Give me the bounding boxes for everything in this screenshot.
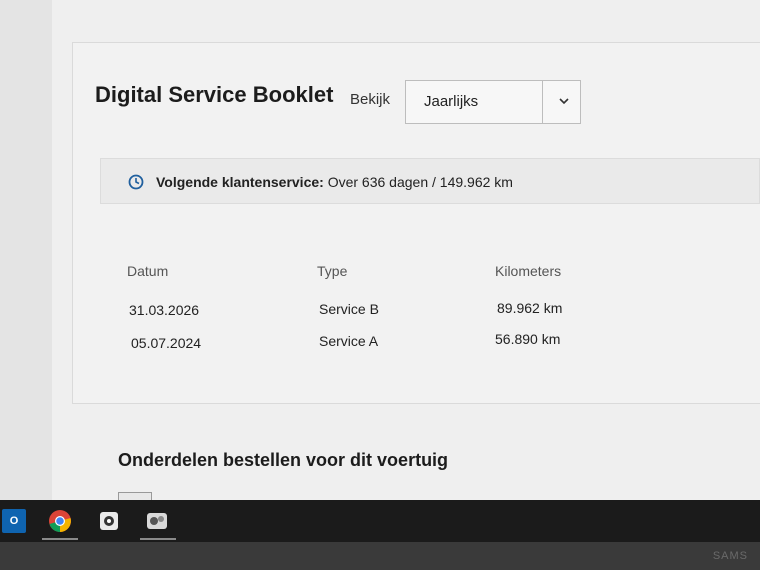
next-service-value: Over 636 dagen / 149.962 km bbox=[327, 174, 513, 190]
view-label: Bekijk bbox=[350, 91, 391, 108]
open-app-indicator bbox=[140, 538, 176, 540]
select-divider bbox=[542, 81, 543, 123]
table-row-type: Service A bbox=[319, 333, 379, 349]
active-app-indicator bbox=[42, 538, 78, 540]
view-select-value: Jaarlijks bbox=[424, 93, 479, 110]
column-header-datum: Datum bbox=[127, 263, 169, 279]
table-row-type: Service B bbox=[319, 301, 379, 317]
monitor-bezel: SAMS bbox=[0, 542, 760, 570]
table-row-km: 56.890 km bbox=[495, 331, 561, 347]
parts-section-title: Onderdelen bestellen voor dit voertuig bbox=[118, 450, 449, 470]
outlook-icon[interactable]: O bbox=[2, 509, 26, 533]
screen: Digital Service Booklet Bekijk Jaarlijks… bbox=[0, 0, 760, 500]
chrome-icon[interactable] bbox=[48, 509, 72, 533]
table-row-km: 89.962 km bbox=[497, 300, 563, 316]
next-service-notice: Volgende klantenservice: Over 636 dagen … bbox=[100, 158, 760, 204]
parts-button[interactable] bbox=[118, 492, 152, 500]
monitor-brand: SAMS bbox=[712, 550, 748, 562]
page-title: Digital Service Booklet bbox=[95, 82, 334, 107]
app-icon[interactable] bbox=[97, 509, 121, 533]
clock-icon bbox=[128, 174, 144, 190]
column-header-kilometers: Kilometers bbox=[495, 263, 562, 279]
chevron-down-icon[interactable] bbox=[556, 93, 572, 109]
taskbar: O bbox=[0, 500, 760, 542]
column-header-type: Type bbox=[317, 263, 348, 279]
table-row-date: 31.03.2026 bbox=[129, 302, 200, 318]
next-service-label: Volgende klantenservice: bbox=[156, 174, 324, 190]
next-service-text: Volgende klantenservice: Over 636 dagen … bbox=[156, 174, 513, 190]
app2-icon[interactable] bbox=[145, 509, 169, 533]
view-select[interactable]: Jaarlijks bbox=[405, 80, 581, 124]
table-row-date: 05.07.2024 bbox=[131, 335, 202, 351]
